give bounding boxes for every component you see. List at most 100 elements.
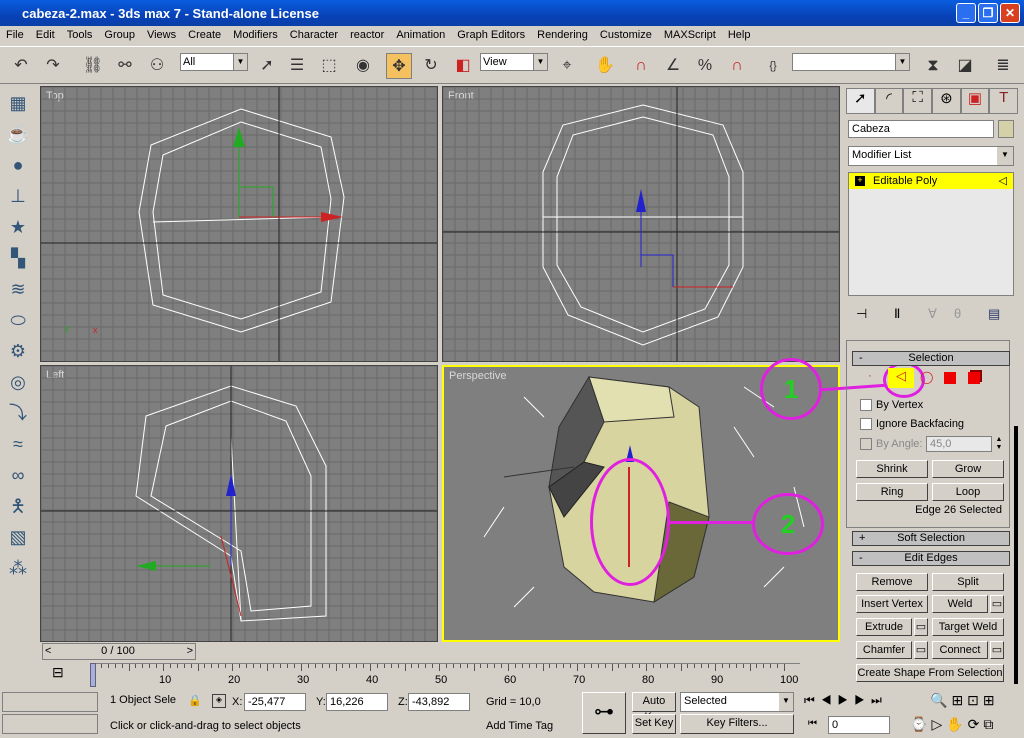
viewport-left[interactable]: Left (40, 365, 438, 642)
connect-button[interactable]: Connect (932, 641, 988, 659)
time-slider-next-icon[interactable]: > (187, 645, 193, 657)
wave-icon[interactable]: ≈ (3, 430, 33, 458)
maximize-button[interactable]: ❐ (978, 3, 998, 23)
chamfer-settings-icon[interactable]: ▭ (914, 641, 928, 659)
scale-icon[interactable]: ◧ (450, 53, 476, 79)
menu-graph-editors[interactable]: Graph Editors (451, 29, 531, 41)
connect-settings-icon[interactable]: ▭ (990, 641, 1004, 659)
rotate-icon[interactable]: ↻ (418, 53, 444, 79)
menu-character[interactable]: Character (284, 29, 344, 41)
menu-modifiers[interactable]: Modifiers (227, 29, 284, 41)
menu-animation[interactable]: Animation (390, 29, 451, 41)
bind-space-warp-icon[interactable]: ⚇ (144, 53, 170, 79)
ignore-backfacing-checkbox[interactable] (860, 418, 872, 430)
menu-customize[interactable]: Customize (594, 29, 658, 41)
select-object-icon[interactable]: ➚ (254, 53, 280, 79)
star-icon[interactable]: ★ (3, 213, 33, 241)
angle-snap-icon[interactable]: ∠ (660, 53, 686, 79)
noise-icon[interactable]: ▧ (3, 523, 33, 551)
close-button[interactable]: ✕ (1000, 3, 1020, 23)
ring-button[interactable]: Ring (856, 483, 928, 501)
modifier-list-dropdown[interactable]: Modifier List ▼ (848, 146, 1014, 166)
stack-item-editable-poly[interactable]: + Editable Poly ◁ (849, 173, 1013, 189)
rectangular-selection-icon[interactable]: ⬚ (316, 53, 342, 79)
cylinder-icon[interactable]: ⊥ (3, 182, 33, 210)
display-tab-icon[interactable]: ▣ (960, 88, 990, 114)
vertex-subobject-icon[interactable]: · (868, 370, 872, 382)
menu-group[interactable]: Group (98, 29, 141, 41)
redo-icon[interactable]: ↷ (40, 53, 66, 79)
auto-key-button[interactable]: Auto Key (632, 692, 676, 723)
edit-named-selection-icon[interactable]: {} (760, 53, 786, 79)
edit-edges-rollout-header[interactable]: - Edit Edges (852, 551, 1010, 566)
reference-coordinate-dropdown[interactable]: View ▼ (480, 53, 548, 71)
menu-help[interactable]: Help (722, 29, 757, 41)
create-shape-from-selection-button[interactable]: Create Shape From Selection (856, 664, 1004, 682)
menu-tools[interactable]: Tools (61, 29, 99, 41)
configure-modifier-sets-icon[interactable]: ▤ (988, 306, 1000, 322)
by-vertex-checkbox[interactable] (860, 399, 872, 411)
timeline-current-frame-marker[interactable] (90, 663, 96, 687)
window-crossing-icon[interactable]: ◉ (350, 53, 376, 79)
select-by-name-icon[interactable]: ☰ (284, 53, 310, 79)
polygon-subobject-icon[interactable] (944, 372, 956, 384)
by-angle-checkbox[interactable] (860, 438, 872, 450)
torus-icon[interactable]: ◎ (3, 368, 33, 396)
zoom-extents-icon[interactable]: ⊡ (967, 692, 983, 708)
key-filters-button[interactable]: Key Filters... (680, 714, 794, 734)
motion-tab-icon[interactable]: ⊛ (932, 88, 961, 114)
timeline-track[interactable]: 0102030405060708090100 (90, 663, 800, 688)
mirror-icon[interactable]: ⧗ (920, 53, 946, 79)
go-to-start-icon[interactable]: ⏮ (804, 693, 821, 707)
snap-toggle-icon[interactable]: ∩ (628, 53, 654, 79)
menu-create[interactable]: Create (182, 29, 227, 41)
pin-stack-icon[interactable]: ⊣ (856, 306, 867, 322)
add-time-tag-button[interactable]: Add Time Tag (486, 720, 553, 732)
spring-icon[interactable]: ≋ (3, 275, 33, 303)
teapot-icon[interactable]: ☕ (3, 120, 33, 148)
unlink-icon[interactable]: ⚯ (112, 53, 138, 79)
box-icon[interactable]: ▦ (3, 89, 33, 117)
sphere-icon[interactable]: ● (3, 151, 33, 179)
loop-button[interactable]: Loop (932, 483, 1004, 501)
go-to-end-icon[interactable]: ⏭ (871, 693, 888, 707)
maxscript-output-mini[interactable] (2, 714, 98, 734)
zoom-icon[interactable]: 🔍 (930, 692, 951, 708)
insert-vertex-button[interactable]: Insert Vertex (856, 595, 928, 613)
layer-manager-icon[interactable]: ≣ (990, 53, 1016, 79)
field-of-view-icon[interactable]: ▷ (931, 716, 946, 732)
selection-filter-dropdown[interactable]: All ▼ (180, 53, 248, 71)
menu-rendering[interactable]: Rendering (531, 29, 594, 41)
target-weld-button[interactable]: Target Weld (932, 618, 1004, 636)
menu-maxscript[interactable]: MAXScript (658, 29, 722, 41)
undo-icon[interactable]: ↶ (8, 53, 34, 79)
create-tab-icon[interactable]: ➚ (846, 88, 875, 114)
object-color-swatch[interactable] (998, 120, 1014, 138)
mini-curve-editor-icon[interactable]: ⊟ (52, 664, 64, 681)
edge-subobject-button[interactable]: ◁ (888, 368, 914, 388)
spinner-snap-icon[interactable]: ∩ (724, 53, 750, 79)
time-slider[interactable]: < 0 / 100 > (42, 643, 196, 660)
menu-views[interactable]: Views (141, 29, 182, 41)
shrink-button[interactable]: Shrink (856, 460, 928, 478)
named-selection-dropdown[interactable]: ▼ (792, 53, 910, 71)
move-icon[interactable]: ✥ (386, 53, 412, 79)
element-subobject-icon[interactable] (968, 372, 980, 384)
set-key-button[interactable]: Set Key (632, 714, 676, 734)
extrude-settings-icon[interactable]: ▭ (914, 618, 928, 636)
zoom-all-icon[interactable]: ⊞ (951, 692, 967, 708)
expand-icon[interactable]: + (855, 176, 865, 186)
align-icon[interactable]: ◪ (952, 53, 978, 79)
maxscript-listener-mini[interactable] (2, 692, 98, 712)
gear-icon[interactable]: ⚙ (3, 337, 33, 365)
knot-icon[interactable]: ∞ (3, 461, 33, 489)
weld-button[interactable]: Weld (932, 595, 988, 613)
command-panel-scrollbar[interactable] (1014, 426, 1018, 684)
menu-file[interactable]: File (0, 29, 30, 41)
weld-settings-icon[interactable]: ▭ (990, 595, 1004, 613)
capsule-icon[interactable]: ⬭ (3, 306, 33, 334)
angle-spinner[interactable]: ▲ ▼ (994, 436, 1004, 452)
current-frame-input[interactable]: 0 (828, 716, 890, 734)
pan-icon[interactable]: ✋ (946, 716, 967, 732)
percent-snap-icon[interactable]: % (692, 53, 718, 79)
